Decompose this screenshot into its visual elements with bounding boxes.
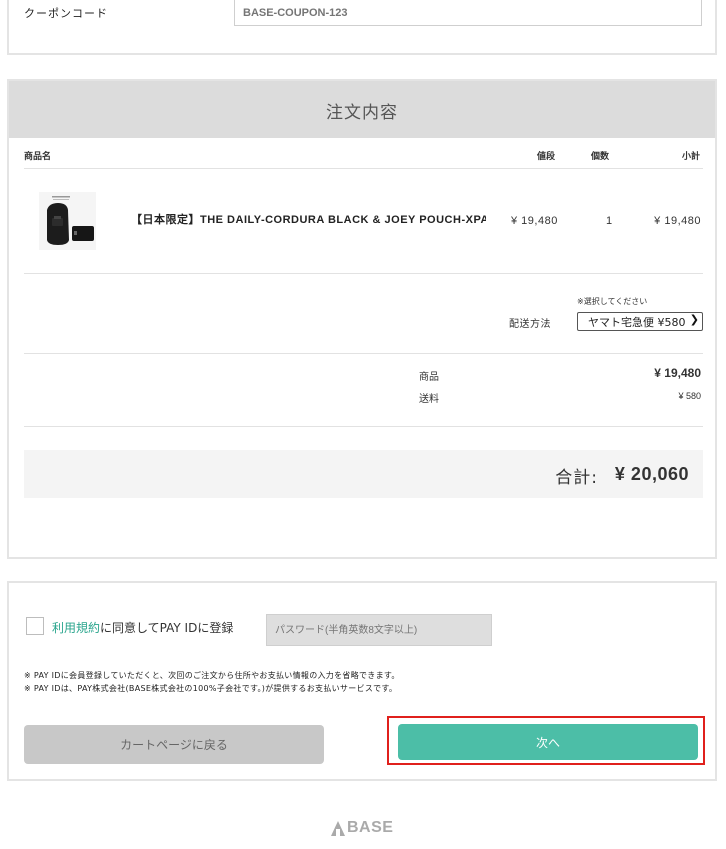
product-name: 【日本限定】THE DAILY-CORDURA BLACK & JOEY POU…: [131, 214, 486, 226]
column-subtotal: 小計: [681, 152, 700, 162]
total-label: 合計:: [555, 468, 598, 488]
back-to-cart-button[interactable]: カートページに戻る: [24, 725, 324, 764]
agree-text: 利用規約に同意してPAY IDに登録: [52, 619, 233, 636]
order-header: 注文内容: [9, 81, 715, 138]
total-box: 合計: ¥ 20,060: [24, 450, 703, 498]
shipping-method-label: 配送方法: [509, 319, 551, 330]
shipping-method-select[interactable]: ヤマト宅急便 ¥580 ❯: [577, 312, 703, 331]
order-title: 注文内容: [326, 103, 398, 123]
product-quantity: 1: [606, 215, 613, 227]
chevron-down-icon: ❯: [689, 313, 699, 326]
payid-note: ※ PAY IDは、PAY株式会社(BASE株式会社の100%子会社です。)が提…: [24, 684, 398, 693]
agree-label: に同意してPAY IDに登録: [100, 621, 234, 635]
password-input[interactable]: [266, 614, 492, 646]
order-section: 注文内容 商品名 値段 個数 小計 【日本限定】THE DAILY-CORDUR…: [7, 79, 717, 559]
next-button[interactable]: 次へ: [398, 724, 698, 760]
column-price: 値段: [537, 152, 556, 162]
divider: [24, 426, 703, 427]
base-logo-text: BASE: [347, 819, 394, 836]
base-logo: BASE: [331, 819, 393, 837]
product-thumbnail: [39, 192, 96, 250]
divider: [24, 273, 703, 274]
column-quantity: 個数: [591, 152, 610, 162]
coupon-input[interactable]: [234, 0, 702, 26]
coupon-label: クーポンコード: [24, 7, 108, 20]
product-price: ¥ 19,480: [511, 215, 558, 227]
terms-link[interactable]: 利用規約: [52, 621, 100, 635]
divider: [24, 168, 703, 169]
divider: [24, 353, 703, 354]
payid-note: ※ PAY IDに会員登録していただくと、次回のご注文から住所やお支払い情報の入…: [24, 671, 400, 680]
summary-items-value: ¥ 19,480: [654, 366, 701, 380]
base-logo-icon: [331, 820, 345, 836]
column-product-name: 商品名: [24, 152, 52, 162]
agree-checkbox[interactable]: [26, 617, 44, 635]
shipping-note: ※選択してください: [577, 297, 648, 306]
product-subtotal: ¥ 19,480: [654, 215, 701, 227]
summary-shipping-value: ¥ 580: [678, 391, 701, 401]
summary-items-label: 商品: [419, 372, 439, 383]
summary-shipping-label: 送料: [419, 394, 439, 405]
coupon-section: クーポンコード: [7, 0, 717, 55]
total-value: ¥ 20,060: [614, 464, 689, 484]
shipping-method-value: ヤマト宅急便 ¥580: [588, 316, 686, 329]
